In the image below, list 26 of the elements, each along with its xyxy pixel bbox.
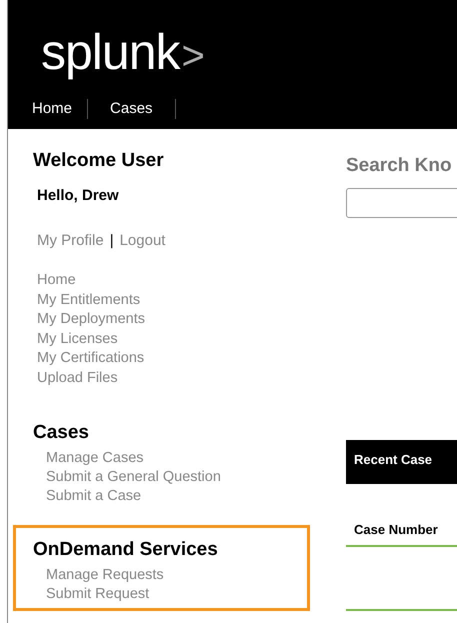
profile-link[interactable]: My Profile: [37, 230, 104, 252]
recent-cases-title: Recent Case: [354, 452, 432, 467]
sidebar-link[interactable]: My Entitlements: [37, 290, 140, 310]
sidebar-link[interactable]: Submit Request: [46, 585, 150, 604]
separator-text: |: [110, 230, 114, 250]
search-field[interactable]: [346, 188, 457, 218]
logo-chevron: >: [182, 33, 205, 80]
nav-link[interactable]: Cases: [88, 98, 175, 120]
sidebar-link[interactable]: Submit a Case: [46, 487, 142, 506]
logo-wordmark: splunk: [41, 23, 180, 82]
search-heading: Search Kno: [346, 154, 453, 178]
nav-link[interactable]: Home: [32, 98, 88, 120]
column-header: Case Number: [354, 522, 438, 537]
sidebar-link[interactable]: Manage Cases: [46, 449, 144, 468]
welcome-heading: Welcome User: [33, 149, 165, 173]
greeting-text: Hello, Drew: [37, 186, 120, 206]
sidebar-link[interactable]: Home: [37, 271, 76, 290]
sidebar-link[interactable]: My Licenses: [37, 330, 118, 349]
section-heading: Cases: [33, 421, 90, 445]
sidebar-link[interactable]: Upload Files: [37, 368, 118, 388]
section-heading: OnDemand Services: [33, 538, 219, 562]
sidebar-link[interactable]: Submit a General Question: [46, 468, 221, 487]
sidebar-link[interactable]: My Deployments: [37, 310, 145, 330]
sidebar-link[interactable]: My Certifications: [37, 349, 144, 368]
sidebar-link[interactable]: Manage Requests: [46, 566, 164, 585]
logout-link[interactable]: Logout: [120, 230, 166, 252]
